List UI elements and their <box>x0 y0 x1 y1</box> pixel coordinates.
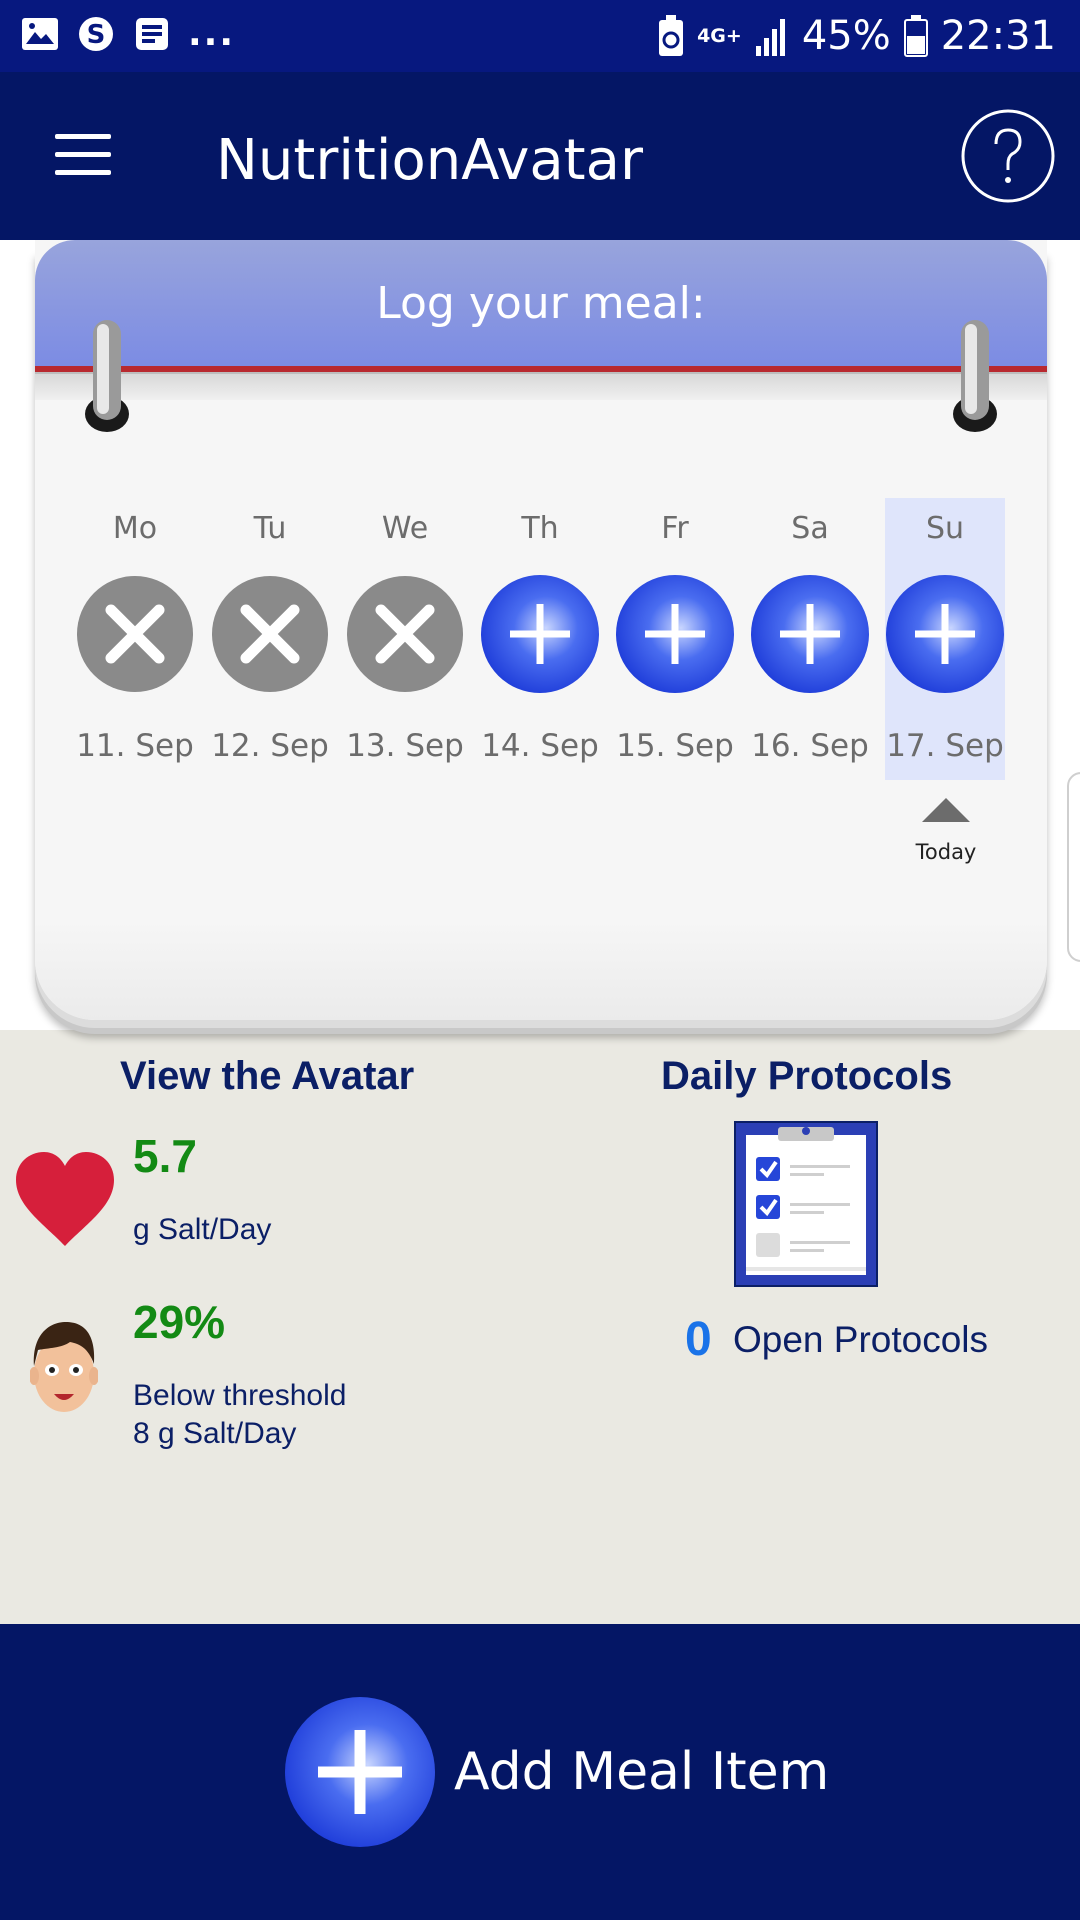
clock: 22:31 <box>940 13 1056 59</box>
svg-text:S: S <box>87 20 106 50</box>
skype-icon: S <box>79 17 113 51</box>
salt-unit-label: g Salt/Day <box>133 1213 272 1246</box>
day-column-mo: Mo 11. Sep <box>75 511 195 764</box>
help-icon[interactable] <box>960 108 1056 204</box>
plus-icon <box>285 1697 435 1847</box>
signal-icon <box>755 19 785 56</box>
day-column-su: Su 17. Sep <box>885 511 1005 764</box>
more-notifications: ... <box>188 13 236 54</box>
app-title: NutritionAvatar <box>216 128 643 193</box>
heart-icon <box>16 1152 114 1246</box>
day-column-fr: Fr 15. Sep <box>615 511 735 764</box>
today-label: Today <box>915 840 977 864</box>
battery-percent: 45% <box>801 13 891 59</box>
missed-day-icon[interactable] <box>210 574 330 694</box>
add-meal-item-button[interactable]: Add Meal Item <box>284 1696 829 1848</box>
day-column-tu: Tu 12. Sep <box>210 511 330 764</box>
open-protocols-count: 0 <box>685 1313 712 1366</box>
binder-ring-right-icon <box>953 320 997 432</box>
add-meal-item-label: Add Meal Item <box>454 1742 830 1802</box>
missed-day-icon[interactable] <box>75 574 195 694</box>
add-meal-day-icon[interactable] <box>750 574 870 694</box>
view-avatar-title[interactable]: View the Avatar <box>120 1051 414 1101</box>
day-column-th: Th 14. Sep <box>480 511 600 764</box>
add-meal-day-icon[interactable] <box>615 574 735 694</box>
network-type: 4G+ <box>697 25 742 47</box>
day-column-we: We 13. Sep <box>345 511 465 764</box>
bottom-bar: Add Meal Item <box>0 1624 1080 1920</box>
daily-protocols-title[interactable]: Daily Protocols <box>661 1051 952 1101</box>
battery-saver-icon <box>659 15 684 56</box>
salt-value: 5.7 <box>133 1130 197 1182</box>
gallery-icon <box>22 18 58 50</box>
meal-calendar: Log your meal: Mo 11. Sep Tu 12. Sep We … <box>0 240 1080 1030</box>
avatar-face-icon[interactable] <box>30 1318 98 1418</box>
today-arrow-icon <box>922 798 970 822</box>
side-drawer-handle[interactable] <box>1067 772 1080 962</box>
binder-ring-left-icon <box>85 320 129 432</box>
app-bar: NutritionAvatar <box>0 72 1080 240</box>
battery-icon <box>903 15 928 57</box>
percent-below-value: 29% <box>133 1296 226 1348</box>
day-column-sa: Sa 16. Sep <box>750 511 870 764</box>
open-protocols-label: Open Protocols <box>733 1319 989 1360</box>
add-meal-day-icon[interactable] <box>480 574 600 694</box>
add-meal-day-icon[interactable] <box>885 574 1005 694</box>
missed-day-icon[interactable] <box>345 574 465 694</box>
system-indicators: 4G+ 45% 22:31 <box>657 10 1056 62</box>
notification-icons: S ... <box>20 14 235 54</box>
status-bar: S ... 4G+ 45% 22:31 <box>0 0 1080 72</box>
threshold-label-line2: 8 g Salt/Day <box>133 1417 297 1450</box>
threshold-label-line1: Below threshold <box>133 1379 347 1412</box>
notes-icon <box>136 18 168 50</box>
today-marker: Today <box>891 798 1001 866</box>
calendar-title: Log your meal: <box>376 278 706 329</box>
clipboard-checklist-icon[interactable] <box>734 1121 878 1287</box>
hamburger-menu-icon[interactable] <box>55 134 113 176</box>
calendar-card: Log your meal: Mo 11. Sep Tu 12. Sep We … <box>35 240 1047 1020</box>
